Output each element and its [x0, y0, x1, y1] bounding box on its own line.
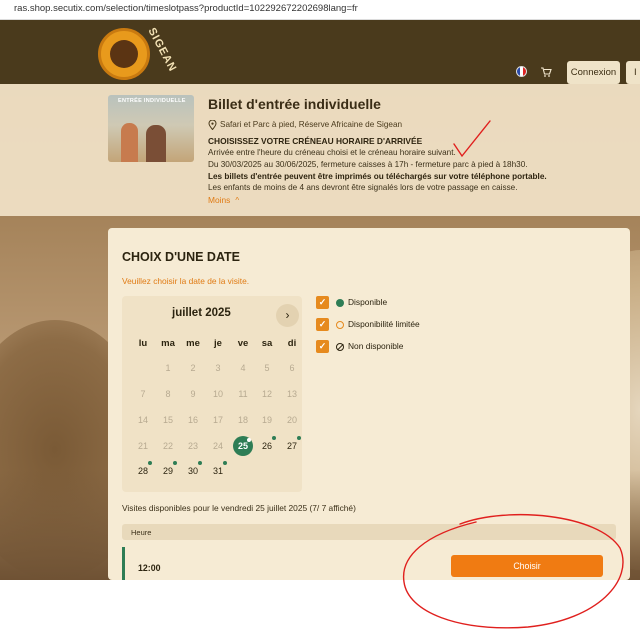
- thumbnail-label: ENTRÉE INDIVIDUELLE: [118, 98, 186, 104]
- weekday-header: di: [287, 338, 297, 349]
- weekday-header: lu: [138, 338, 148, 349]
- calendar-day: 11: [238, 389, 248, 399]
- location-pin-icon: [208, 119, 217, 131]
- red-checkmark-annotation: [453, 120, 491, 158]
- date-title: CHOIX D'UNE DATE: [122, 250, 241, 264]
- weekday-header: sa: [261, 338, 273, 349]
- show-less-label: Moins: [208, 195, 231, 205]
- calendar-day: 4: [240, 363, 246, 373]
- login-button[interactable]: Connexion: [567, 61, 620, 84]
- calendar-day: 20: [286, 415, 297, 425]
- info-line-tickets: Les billets d'entrée peuvent être imprim…: [208, 172, 547, 181]
- calendar-day: 8: [165, 389, 171, 399]
- weekday-header: me: [186, 338, 200, 349]
- weekday-header: ve: [237, 338, 249, 349]
- month-label: juillet 2025: [172, 307, 231, 319]
- site-header: SIGEAN Connexion I: [0, 20, 640, 84]
- calendar-day[interactable]: 27: [282, 436, 302, 456]
- product-location: Safari et Parc à pied, Réserve Africaine…: [220, 120, 403, 129]
- page: ras.shop.secutix.com/selection/timeslotp…: [0, 0, 640, 632]
- address-bar[interactable]: ras.shop.secutix.com/selection/timeslotp…: [0, 0, 640, 20]
- visits-available-text: Visites disponibles pour le vendredi 25 …: [122, 503, 356, 513]
- checkbox-checked-icon[interactable]: ✓: [316, 318, 329, 331]
- hour-column-label: Heure: [131, 528, 152, 537]
- limited-circle-icon: [336, 321, 344, 329]
- legend-unavailable-label: Non disponible: [348, 341, 404, 351]
- product-subtitle: CHOISISSEZ VOTRE CRÉNEAU HORAIRE D'ARRIV…: [208, 136, 423, 146]
- calendar-day[interactable]: 30: [183, 461, 203, 481]
- chevron-up-icon: ^: [235, 196, 240, 205]
- legend-limited-label: Disponibilité limitée: [348, 319, 420, 329]
- url-text: ras.shop.secutix.com/selection/timeslotp…: [14, 3, 358, 14]
- available-dot-icon: [336, 299, 344, 307]
- calendar-day: 12: [261, 389, 272, 399]
- calendar-day: 6: [289, 363, 295, 373]
- calendar-day: 13: [286, 389, 297, 399]
- calendar-day: 18: [237, 415, 248, 425]
- slot-time: 12:00: [138, 563, 161, 573]
- calendar-day: 1: [165, 363, 171, 373]
- calendar-day: 22: [162, 441, 173, 451]
- weekday-header: ma: [161, 338, 175, 349]
- calendar-day: 7: [140, 389, 146, 399]
- next-month-button[interactable]: ›: [276, 304, 299, 327]
- calendar-day: 21: [137, 441, 148, 451]
- info-line-children: Les enfants de moins de 4 ans devront êt…: [208, 183, 518, 192]
- checkbox-checked-icon[interactable]: ✓: [316, 340, 329, 353]
- calendar-day: 14: [137, 415, 148, 425]
- legend-limited[interactable]: ✓ Disponibilité limitée: [316, 318, 466, 332]
- site-logo[interactable]: [98, 28, 150, 80]
- calendar-day[interactable]: 26: [257, 436, 277, 456]
- calendar-day: 2: [190, 363, 196, 373]
- cart-icon[interactable]: [540, 66, 552, 78]
- show-less-link[interactable]: Moins ^: [208, 195, 239, 205]
- calendar-day: 15: [162, 415, 173, 425]
- red-circle-annotation: [402, 513, 624, 629]
- legend-available-label: Disponible: [348, 297, 388, 307]
- calendar-day: 3: [215, 363, 221, 373]
- weekday-header: je: [214, 338, 222, 349]
- chevron-right-icon: ›: [285, 308, 290, 322]
- info-line-arrival: Arrivée entre l'heure du créneau choisi …: [208, 148, 456, 157]
- calendar-day: 16: [187, 415, 198, 425]
- calendar-day: 5: [264, 363, 270, 373]
- calendar: juillet 2025 › lu ma me je ve sa di 1234567891…: [122, 296, 302, 492]
- calendar-day: 19: [261, 415, 272, 425]
- calendar-day-selected[interactable]: 25: [233, 436, 253, 456]
- legend-available[interactable]: ✓ Disponible: [316, 296, 466, 310]
- calendar-day: 24: [212, 441, 223, 451]
- product-title: Billet d'entrée individuelle: [208, 96, 381, 112]
- calendar-day: 23: [187, 441, 198, 451]
- product-info: ENTRÉE INDIVIDUELLE Billet d'entrée indi…: [0, 84, 640, 216]
- extra-header-button[interactable]: I: [626, 61, 640, 84]
- calendar-day: 10: [212, 389, 223, 399]
- date-hint: Veuillez choisir la date de la visite.: [122, 276, 250, 286]
- calendar-day: 9: [190, 389, 196, 399]
- checkbox-checked-icon[interactable]: ✓: [316, 296, 329, 309]
- unavailable-icon: [336, 343, 344, 351]
- product-thumbnail: ENTRÉE INDIVIDUELLE: [108, 95, 194, 162]
- language-flag-icon[interactable]: [516, 66, 527, 77]
- calendar-day: 17: [212, 415, 223, 425]
- logo-text: SIGEAN: [145, 25, 179, 75]
- calendar-day[interactable]: 29: [158, 461, 178, 481]
- legend-unavailable[interactable]: ✓ Non disponible: [316, 340, 466, 354]
- calendar-day[interactable]: 28: [133, 461, 153, 481]
- calendar-day[interactable]: 31: [208, 461, 228, 481]
